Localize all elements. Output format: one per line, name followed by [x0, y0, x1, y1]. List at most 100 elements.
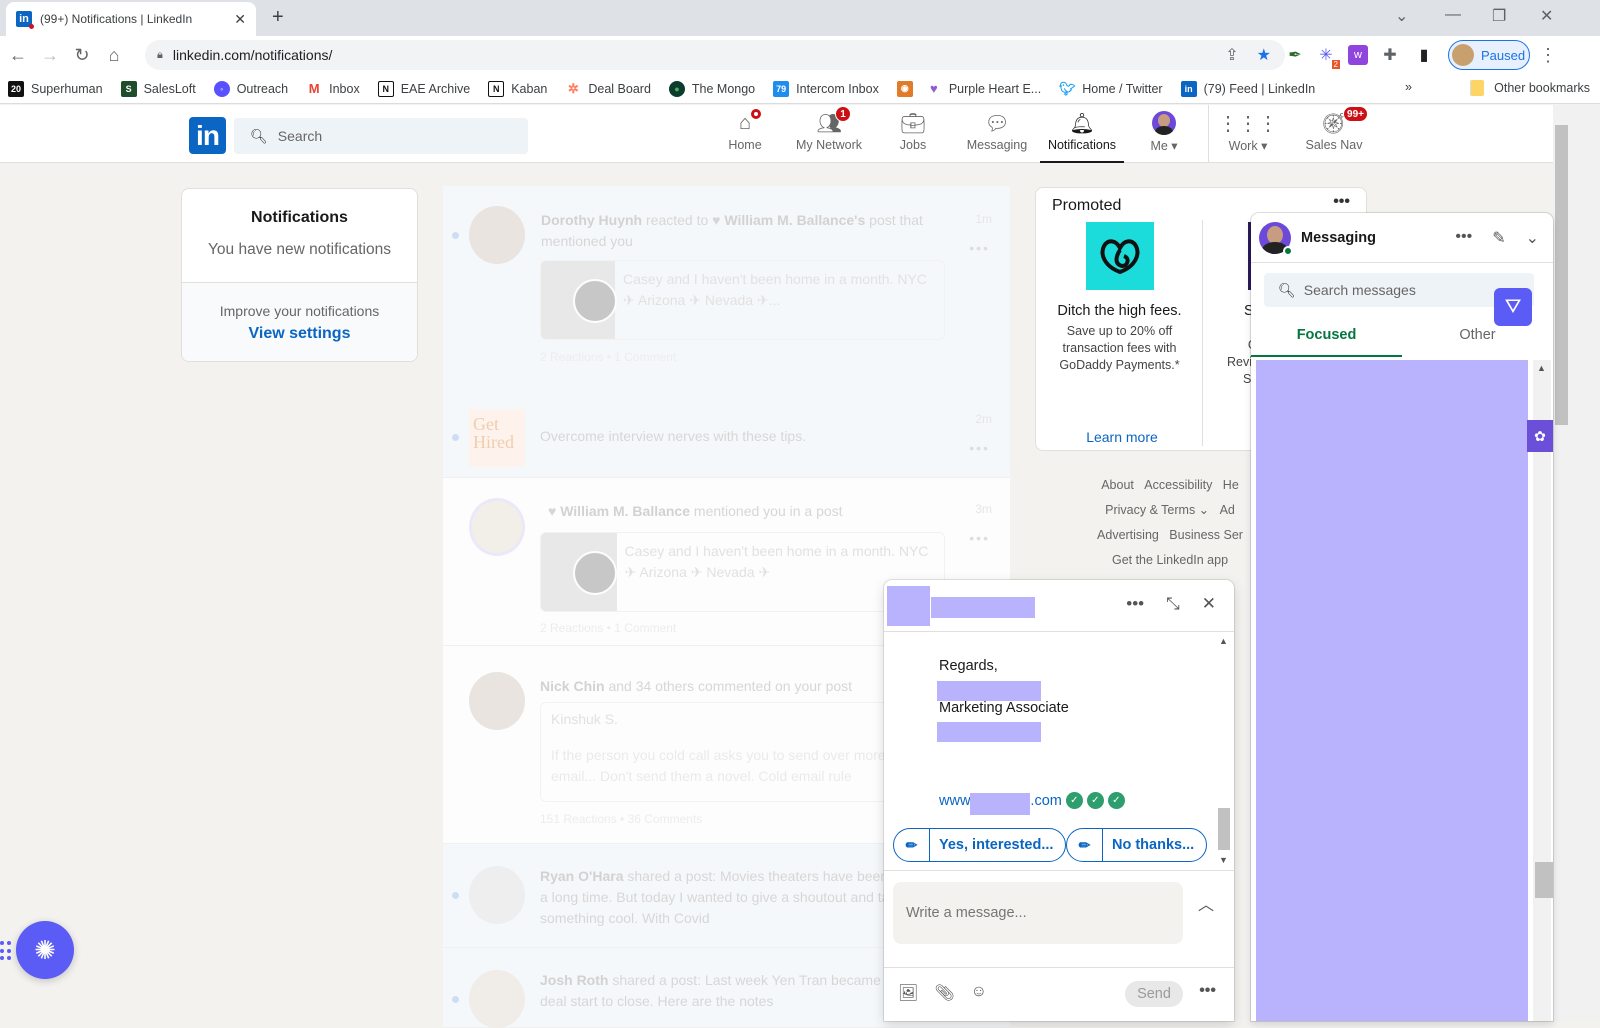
conversation-header[interactable]: ••• ⤡ ✕: [884, 580, 1234, 632]
nav-notifications[interactable]: 🔔︎ Notifications: [1040, 111, 1124, 163]
profile-button[interactable]: Paused: [1448, 40, 1530, 70]
footer-link-ad-choices[interactable]: Ad: [1220, 503, 1235, 517]
scrollbar-thumb[interactable]: [1535, 862, 1553, 898]
bookmark-item[interactable]: ✲ Deal Board: [565, 81, 651, 97]
attachment-icon[interactable]: 📎︎: [934, 983, 954, 1003]
linkedin-logo[interactable]: in: [189, 117, 226, 154]
tab-search-icon[interactable]: ⌄: [1395, 6, 1408, 26]
home-browser-icon[interactable]: ⌂: [98, 45, 130, 66]
bookmark-item[interactable]: ♥ Purple Heart E...: [926, 81, 1041, 97]
avatar[interactable]: [469, 970, 525, 1028]
more-options-icon[interactable]: •••: [1126, 594, 1144, 614]
view-settings-link[interactable]: View settings: [182, 325, 417, 343]
target-name[interactable]: William M. Ballance's: [724, 212, 865, 228]
footer-link-business-services[interactable]: Business Ser: [1169, 528, 1243, 542]
extensions-puzzle-icon[interactable]: ✚: [1380, 45, 1400, 65]
bookmark-item[interactable]: 🐦︎ Home / Twitter: [1059, 81, 1163, 97]
nav-jobs[interactable]: 💼︎ Jobs: [895, 111, 931, 163]
new-tab-icon[interactable]: +: [272, 6, 284, 29]
avatar[interactable]: [469, 866, 525, 924]
reload-icon[interactable]: ↻: [66, 45, 98, 66]
emoji-icon[interactable]: ☺: [971, 983, 987, 1003]
drag-handle-icon[interactable]: [0, 941, 12, 961]
nav-home[interactable]: ⌂ Home: [726, 107, 764, 163]
bookmark-item[interactable]: M Inbox: [306, 81, 360, 97]
extension-asterisk-icon[interactable]: ✳ 2: [1316, 45, 1340, 69]
quick-reply-yes-button[interactable]: ✏ Yes, interested...: [893, 828, 1067, 862]
minimize-icon[interactable]: —: [1445, 6, 1461, 24]
footer-link-get-app[interactable]: Get the LinkedIn app: [1112, 553, 1228, 567]
eyedropper-extension-icon[interactable]: ✒: [1285, 45, 1305, 65]
post-stats[interactable]: 2 Reactions • 1 Comment: [540, 350, 676, 364]
more-options-icon[interactable]: •••: [969, 240, 990, 256]
outer-scrollbar[interactable]: [1570, 105, 1600, 1021]
avatar[interactable]: [469, 498, 525, 556]
page-scrollbar[interactable]: [1553, 105, 1570, 1021]
bookmark-item[interactable]: 20 Superhuman: [8, 80, 103, 97]
chevron-down-icon[interactable]: ⌄: [1526, 228, 1539, 248]
actor-name[interactable]: Nick Chin: [540, 678, 605, 694]
extension-purple-icon[interactable]: w: [1348, 45, 1368, 65]
get-hired-logo[interactable]: Get Hired: [469, 409, 525, 467]
forward-icon[interactable]: →: [34, 45, 66, 66]
messaging-header[interactable]: Messaging ••• ✎ ⌄: [1251, 213, 1553, 263]
ad-godaddy[interactable]: Ditch the high fees. Save up to 20% off …: [1036, 222, 1203, 374]
more-options-icon[interactable]: •••: [969, 440, 990, 456]
bookmark-item[interactable]: N Kaban: [488, 80, 547, 97]
actor-name[interactable]: William M. Ballance: [560, 503, 690, 519]
bookmark-item[interactable]: ◦ Outreach: [213, 80, 288, 97]
global-search-input[interactable]: 🔍︎ Search: [234, 118, 528, 154]
more-options-icon[interactable]: •••: [1455, 228, 1472, 248]
image-icon[interactable]: 🖼︎: [898, 983, 918, 1003]
bookmarks-overflow-button[interactable]: »: [1405, 80, 1412, 94]
nav-sales-nav[interactable]: 🧭︎ 99+ Sales Nav: [1304, 106, 1368, 163]
footer-link-help[interactable]: He: [1223, 478, 1239, 492]
thread-scrollbar[interactable]: ▲ ▼: [1216, 633, 1232, 869]
more-options-icon[interactable]: •••: [969, 530, 990, 546]
post-preview[interactable]: Casey and I haven't been home in a month…: [540, 260, 945, 340]
footer-link-advertising[interactable]: Advertising: [1097, 528, 1159, 542]
side-panel-icon[interactable]: ▮: [1414, 45, 1434, 65]
expand-icon[interactable]: ⤡: [1166, 594, 1180, 614]
more-options-icon[interactable]: •••: [1199, 982, 1216, 1000]
website-link[interactable]: www .com ✓ ✓ ✓: [939, 792, 1125, 815]
nav-work[interactable]: ⋮⋮⋮ Work ▾: [1218, 111, 1278, 163]
bookmark-item[interactable]: 79 Intercom Inbox: [773, 80, 879, 97]
bookmark-item[interactable]: ◉: [896, 80, 920, 97]
post-stats[interactable]: 151 Reactions • 36 Comments: [540, 812, 702, 826]
tab-focused[interactable]: Focused: [1251, 313, 1402, 357]
scroll-down-icon[interactable]: ▼: [1219, 855, 1228, 865]
side-extension-tab-icon[interactable]: ✿: [1527, 420, 1553, 452]
bookmark-item[interactable]: in (79) Feed | LinkedIn: [1180, 80, 1315, 97]
learn-more-link[interactable]: Learn more: [1036, 429, 1208, 445]
avatar[interactable]: [469, 672, 525, 730]
footer-link-about[interactable]: About: [1101, 478, 1134, 492]
back-icon[interactable]: ←: [2, 45, 34, 66]
notification-item[interactable]: Get Hired Overcome interview nerves with…: [443, 396, 1010, 478]
post-stats[interactable]: 2 Reactions • 1 Comment: [540, 621, 676, 635]
nav-my-network[interactable]: 👥︎ 1 My Network: [792, 106, 866, 163]
browser-menu-icon[interactable]: ⋮: [1538, 45, 1558, 65]
bookmark-star-icon[interactable]: ★: [1257, 45, 1271, 65]
actor-name[interactable]: Dorothy Huynh: [541, 212, 642, 228]
browser-tab[interactable]: in (99+) Notifications | LinkedIn ✕: [6, 2, 256, 36]
nav-messaging[interactable]: 💬︎ Messaging: [964, 111, 1030, 163]
avatar[interactable]: [469, 206, 525, 264]
other-bookmarks-folder[interactable]: Other bookmarks: [1470, 80, 1590, 96]
scroll-up-icon[interactable]: ▲: [1537, 363, 1546, 373]
scroll-up-icon[interactable]: ▲: [1219, 636, 1228, 646]
actor-name[interactable]: Ryan O'Hara: [540, 868, 623, 884]
footer-link-accessibility[interactable]: Accessibility: [1144, 478, 1212, 492]
scrollbar-thumb[interactable]: [1555, 125, 1568, 425]
more-options-icon[interactable]: •••: [1333, 193, 1350, 211]
bookmark-item[interactable]: N EAE Archive: [377, 80, 470, 97]
notification-item[interactable]: Dorothy Huynh reacted to ♥ William M. Ba…: [443, 186, 1010, 426]
conversation-list-scrollbar[interactable]: ▲: [1533, 360, 1551, 1021]
send-button[interactable]: Send: [1125, 981, 1183, 1007]
address-bar[interactable]: 🔒︎ linkedin.com/notifications/ ⇪ ★: [145, 40, 1285, 70]
close-tab-icon[interactable]: ✕: [234, 11, 246, 28]
message-input[interactable]: [893, 882, 1183, 944]
bookmark-item[interactable]: ● The Mongo: [668, 80, 755, 97]
close-window-icon[interactable]: ✕: [1540, 6, 1553, 26]
close-icon[interactable]: ✕: [1202, 594, 1216, 614]
